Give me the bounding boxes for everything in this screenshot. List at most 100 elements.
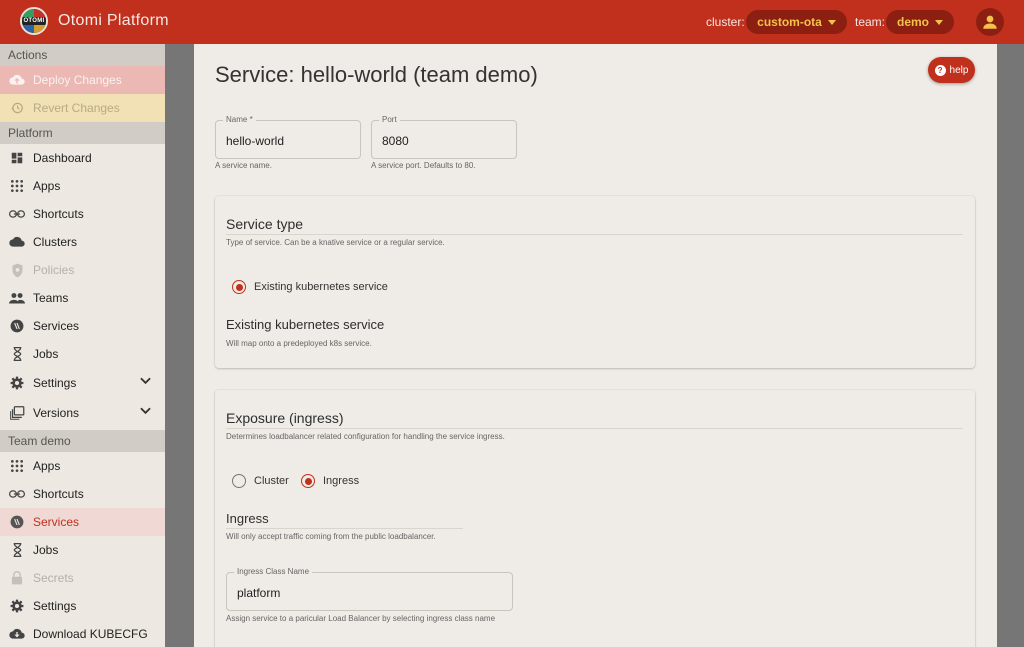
radio-existing-k8s-service[interactable]: Existing kubernetes service [232, 280, 388, 294]
sidebar-header-actions: Actions [0, 44, 165, 66]
radio-label: Ingress [323, 475, 360, 487]
top-app-bar: OTOMI Otomi Platform cluster: custom-ota… [0, 0, 1024, 44]
link-icon [9, 486, 25, 502]
hourglass-icon [9, 346, 25, 362]
brand-title: Otomi Platform [58, 12, 169, 29]
sidebar-item-settings[interactable]: Settings [0, 369, 165, 397]
team-value: demo [896, 15, 929, 29]
ingress-subtitle: Ingress [226, 511, 269, 526]
otomi-logo[interactable]: OTOMI [20, 7, 48, 35]
cluster-value: custom-ota [757, 15, 822, 29]
services-icon [9, 514, 25, 530]
apps-grid-icon [9, 458, 25, 474]
apps-grid-icon [9, 178, 25, 194]
sidebar-item-team-secrets[interactable]: Secrets [0, 564, 165, 592]
divider [226, 528, 463, 529]
radio-label: Cluster [254, 475, 289, 487]
sidebar-item-policies[interactable]: Policies [0, 256, 165, 284]
sidebar-item-label: Shortcuts [33, 207, 84, 221]
sidebar-item-label: Services [33, 515, 80, 529]
sidebar-item-team-settings[interactable]: Settings [0, 592, 165, 620]
sidebar-item-team-jobs[interactable]: Jobs [0, 536, 165, 564]
sidebar-item-label: Settings [33, 599, 77, 613]
radio-selected-icon[interactable] [301, 474, 315, 488]
chevron-down-icon [140, 377, 151, 385]
deploy-changes-button[interactable]: Deploy Changes [0, 66, 165, 94]
sidebar-item-clusters[interactable]: Clusters [0, 228, 165, 256]
logo-text: OTOMI [22, 17, 46, 25]
sidebar-item-shortcuts[interactable]: Shortcuts [0, 200, 165, 228]
sidebar-item-dashboard[interactable]: Dashboard [0, 144, 165, 172]
history-icon [9, 100, 25, 116]
sidebar-item-label: Apps [33, 459, 61, 473]
shield-icon [9, 262, 25, 278]
service-type-desc: Type of service. Can be a knative servic… [226, 238, 445, 247]
deploy-changes-label: Deploy Changes [33, 73, 122, 87]
sidebar-item-label: Apps [33, 179, 61, 193]
page-title: Service: hello-world (team demo) [215, 62, 538, 87]
cluster-select[interactable]: custom-ota [746, 10, 847, 34]
existing-k8s-desc: Will map onto a predeployed k8s service. [226, 339, 372, 348]
port-field[interactable]: Port 8080 [371, 115, 517, 159]
ingress-class-field[interactable]: Ingress Class Name platform [226, 567, 513, 611]
radio-cluster[interactable]: Cluster [232, 474, 289, 488]
ingress-class-label: Ingress Class Name [234, 567, 313, 576]
exposure-desc: Determines loadbalancer related configur… [226, 432, 505, 441]
caret-down-icon [827, 19, 836, 25]
sidebar-item-label: Settings [33, 376, 77, 390]
main-content: Service: hello-world (team demo) ? help … [194, 44, 997, 647]
exposure-title: Exposure (ingress) [226, 410, 344, 426]
chevron-down-icon [140, 407, 151, 415]
sidebar-item-label: Services [33, 319, 80, 333]
name-field[interactable]: Name * hello-world [215, 115, 361, 159]
radio-unselected-icon[interactable] [232, 474, 246, 488]
ingress-desc: Will only accept traffic coming from the… [226, 532, 436, 541]
existing-k8s-subtitle: Existing kubernetes service [226, 317, 385, 332]
exposure-card: Exposure (ingress) Determines loadbalanc… [215, 390, 975, 647]
gear-icon [9, 598, 25, 614]
link-icon [9, 206, 25, 222]
user-menu-button[interactable] [976, 8, 1004, 36]
sidebar-item-label: Jobs [33, 347, 59, 361]
cloud-download-icon [9, 626, 25, 642]
sidebar-item-label: Download KUBECFG [33, 627, 148, 641]
sidebar-item-label: Teams [33, 291, 69, 305]
revert-changes-button[interactable]: Revert Changes [0, 94, 165, 122]
question-icon: ? [934, 64, 946, 76]
sidebar-item-services[interactable]: Services [0, 312, 165, 340]
sidebar-item-download-kubecfg[interactable]: Download KUBECFG [0, 620, 165, 647]
sidebar-item-label: Clusters [33, 235, 78, 249]
cloud-upload-icon [9, 72, 25, 88]
gear-icon [9, 375, 25, 391]
port-field-value[interactable]: 8080 [382, 134, 409, 148]
caret-down-icon [935, 19, 943, 25]
revert-changes-label: Revert Changes [33, 101, 120, 115]
service-type-title: Service type [226, 216, 304, 232]
people-icon [9, 290, 25, 306]
port-helper: A service port. Defaults to 80. [371, 161, 476, 170]
dashboard-icon [9, 150, 25, 166]
sidebar-item-team-services[interactable]: Services [0, 508, 165, 536]
divider [226, 234, 963, 235]
cloud-icon [9, 234, 25, 250]
sidebar-item-apps[interactable]: Apps [0, 172, 165, 200]
sidebar-item-team-apps[interactable]: Apps [0, 452, 165, 480]
cluster-label: cluster: [706, 15, 745, 29]
sidebar-item-team-shortcuts[interactable]: Shortcuts [0, 480, 165, 508]
radio-label: Existing kubernetes service [254, 281, 388, 293]
sidebar-item-label: Secrets [33, 571, 74, 585]
name-field-value[interactable]: hello-world [226, 134, 284, 148]
radio-selected-icon[interactable] [232, 280, 246, 294]
sidebar-item-teams[interactable]: Teams [0, 284, 165, 312]
team-select[interactable]: demo [886, 10, 954, 34]
sidebar-item-jobs[interactable]: Jobs [0, 340, 165, 368]
services-icon [9, 318, 25, 334]
sidebar: Actions Deploy Changes Revert Changes Pl… [0, 44, 165, 647]
sidebar-item-label: Versions [33, 406, 80, 420]
sidebar-header-team: Team demo [0, 430, 165, 452]
help-button[interactable]: ? help [928, 57, 975, 83]
lock-icon [9, 570, 25, 586]
ingress-class-value[interactable]: platform [237, 586, 280, 600]
sidebar-item-versions[interactable]: Versions [0, 399, 165, 427]
radio-ingress[interactable]: Ingress [301, 474, 359, 488]
